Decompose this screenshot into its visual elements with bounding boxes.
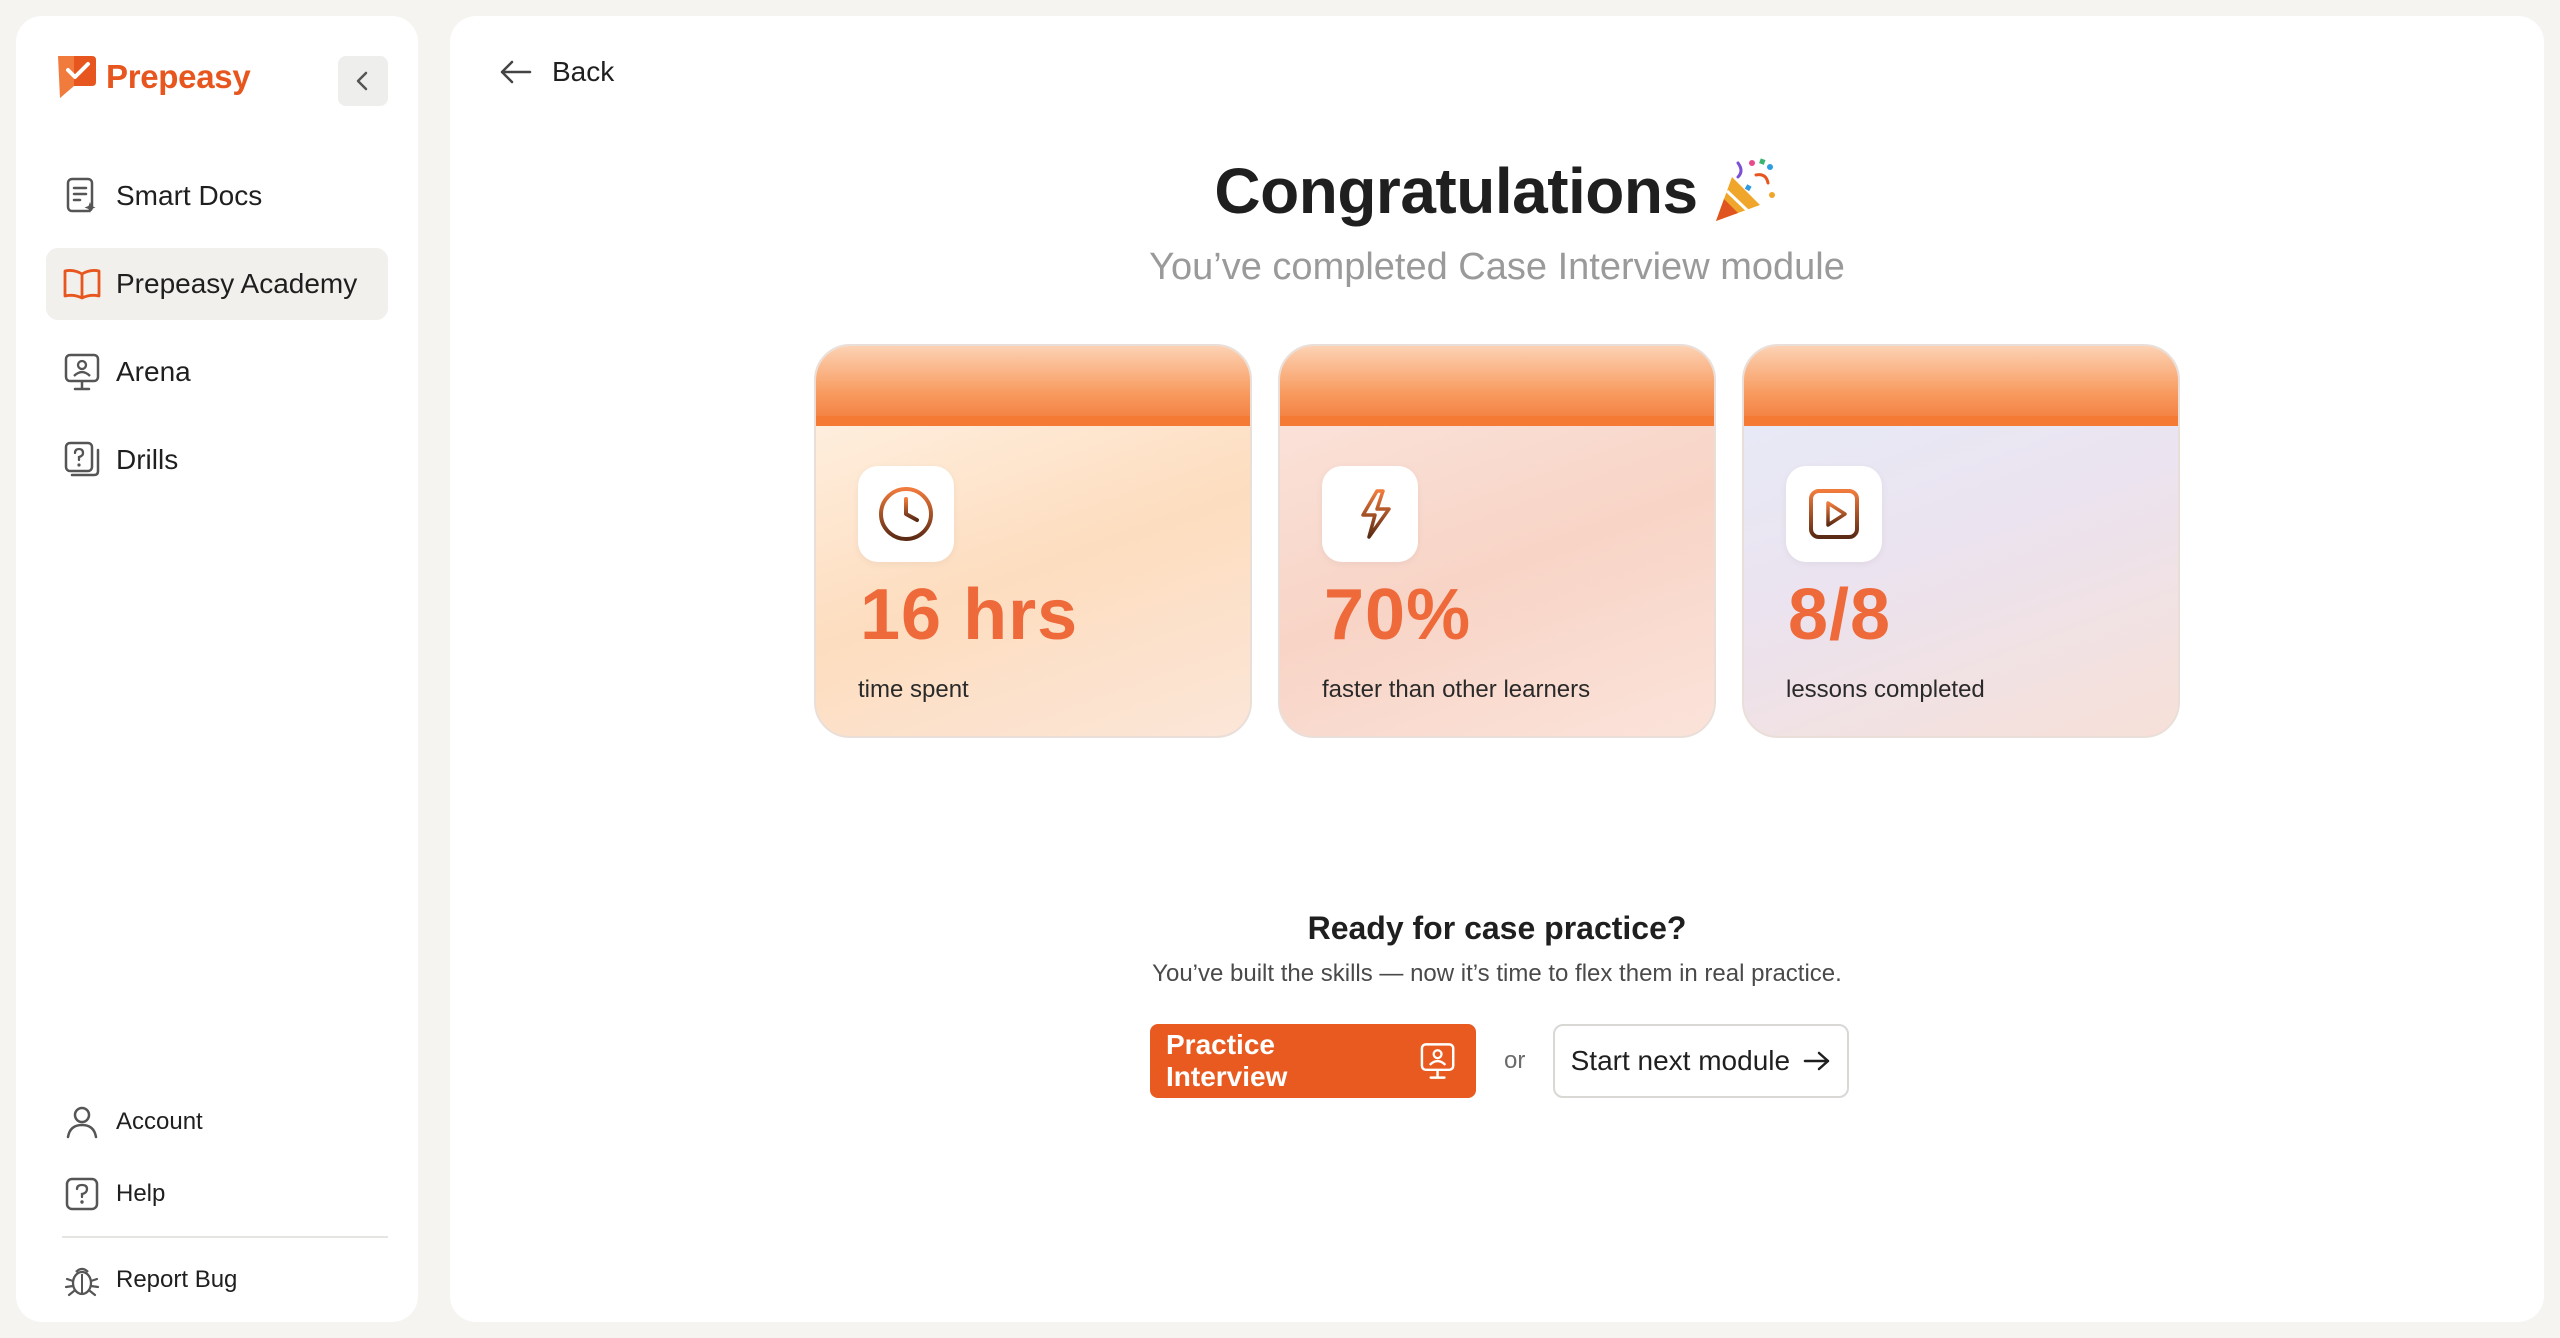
cta-subtitle: You’ve built the skills — now it’s time … — [1152, 960, 1842, 987]
sidebar-divider — [62, 1236, 388, 1238]
back-label: Back — [552, 56, 615, 87]
page-title-text: Congratulations — [1214, 155, 1698, 227]
presentation-icon — [62, 352, 102, 392]
clock-icon — [858, 466, 954, 562]
or-separator: or — [1504, 1047, 1526, 1074]
sidebar-nav: Smart Docs Prepeasy Academy Arena Drills — [46, 160, 388, 512]
start-next-module-button[interactable]: Start next module — [1553, 1024, 1850, 1098]
stat-value: 70% — [1324, 575, 1472, 655]
card-header-band — [816, 346, 1250, 426]
brand-name: Prepeasy — [106, 58, 251, 95]
back-button[interactable]: Back — [498, 56, 614, 88]
sidebar-item-prepeasy-academy[interactable]: Prepeasy Academy — [46, 248, 388, 320]
cta-title: Ready for case practice? — [1307, 910, 1687, 946]
stat-value: 16 hrs — [860, 575, 1079, 655]
chevron-left-icon — [356, 71, 368, 91]
question-cards-icon — [62, 440, 102, 480]
party-popper-icon — [1708, 155, 1780, 227]
sidebar-item-label: Prepeasy Academy — [116, 268, 358, 299]
start-next-module-label: Start next module — [1570, 1045, 1791, 1076]
sidebar: Prepeasy Smart Docs Prepeasy Academy Are… — [16, 16, 418, 1322]
collapse-sidebar-button[interactable] — [338, 56, 388, 106]
bug-icon — [62, 1260, 102, 1300]
user-icon — [62, 1102, 102, 1142]
practice-interview-label: Practice Interview — [1166, 1029, 1288, 1092]
card-header-band — [1744, 346, 2178, 426]
sidebar-item-label: Drills — [116, 444, 179, 475]
cta-actions: Practice Interview or Start next module — [1150, 1024, 1850, 1098]
sidebar-item-smart-docs[interactable]: Smart Docs — [46, 160, 388, 232]
arrow-right-icon — [1803, 1051, 1830, 1071]
sidebar-item-account[interactable]: Account — [46, 1092, 388, 1152]
page-title: Congratulations — [1214, 154, 1779, 228]
sidebar-item-label: Arena — [116, 356, 191, 387]
stat-caption: lessons completed — [1786, 676, 1985, 703]
sidebar-item-label: Account — [116, 1108, 203, 1135]
lightning-speed-icon — [1322, 466, 1418, 562]
document-sparkle-icon — [62, 176, 102, 216]
stat-caption: time spent — [858, 676, 969, 703]
stat-card-lessons: 8/8 lessons completed — [1742, 344, 2180, 738]
stat-card-time-spent: 16 hrs time spent — [814, 344, 1252, 738]
stat-value: 8/8 — [1788, 575, 1892, 655]
presentation-icon — [1420, 1043, 1455, 1079]
sidebar-item-help[interactable]: Help — [46, 1164, 388, 1224]
sidebar-item-label: Report Bug — [116, 1266, 238, 1293]
stat-card-speed: 70% faster than other learners — [1278, 344, 1716, 738]
sidebar-bottom-nav: Account Help Report Bug — [46, 1092, 388, 1322]
stat-caption: faster than other learners — [1322, 676, 1591, 703]
play-icon — [1786, 466, 1882, 562]
card-header-band — [1280, 346, 1714, 426]
open-book-icon — [62, 264, 102, 304]
prepeasy-logo-icon — [58, 56, 96, 98]
brand-logo[interactable]: Prepeasy — [54, 52, 251, 102]
main-panel: Back Congratulations You’ve completed Ca… — [450, 16, 2544, 1322]
arrow-left-icon — [500, 60, 532, 84]
page-subtitle: You’ve completed Case Interview module — [1149, 246, 1845, 288]
question-icon — [62, 1174, 102, 1214]
sidebar-item-arena[interactable]: Arena — [46, 336, 388, 408]
page-title-wrap: Congratulations — [450, 154, 2544, 228]
sidebar-item-label: Smart Docs — [116, 180, 263, 211]
stats-cards: 16 hrs time spent 70% faster than other … — [814, 344, 2180, 738]
sidebar-item-label: Help — [116, 1180, 166, 1207]
practice-interview-button[interactable]: Practice Interview — [1150, 1024, 1476, 1098]
sidebar-item-drills[interactable]: Drills — [46, 424, 388, 496]
sidebar-item-report-bug[interactable]: Report Bug — [46, 1250, 388, 1310]
